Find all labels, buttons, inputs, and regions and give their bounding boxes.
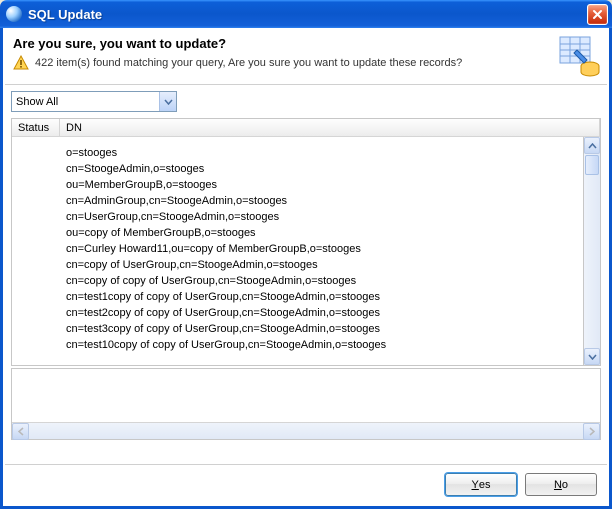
- table-row[interactable]: cn=test1copy of copy of UserGroup,cn=Sto…: [12, 291, 600, 307]
- filter-selected: Show All: [16, 96, 58, 108]
- button-bar: Yes No: [5, 464, 607, 504]
- scroll-down-button[interactable]: [584, 348, 600, 365]
- window-title: SQL Update: [28, 7, 587, 22]
- table-row[interactable]: cn=test2copy of copy of UserGroup,cn=Sto…: [12, 307, 600, 323]
- chevron-down-icon: [159, 92, 176, 111]
- table-row[interactable]: cn=Curley Howard11,ou=copy of MemberGrou…: [12, 243, 600, 259]
- dialog-heading: Are you sure, you want to update?: [13, 36, 599, 51]
- cell-status: [12, 195, 60, 211]
- output-panel: [11, 368, 601, 440]
- cell-dn: ou=MemberGroupB,o=stooges: [60, 179, 600, 195]
- cell-status: [12, 163, 60, 179]
- close-icon: [592, 9, 603, 20]
- table-row[interactable]: cn=test3copy of copy of UserGroup,cn=Sto…: [12, 323, 600, 339]
- vertical-scrollbar[interactable]: [583, 137, 600, 365]
- cell-dn: cn=copy of UserGroup,cn=StoogeAdmin,o=st…: [60, 259, 600, 275]
- cell-dn: cn=AdminGroup,cn=StoogeAdmin,o=stooges: [60, 195, 600, 211]
- table-row[interactable]: cn=StoogeAdmin,o=stooges: [12, 163, 600, 179]
- table-row[interactable]: cn=test10copy of copy of UserGroup,cn=St…: [12, 339, 600, 355]
- title-bar: SQL Update: [0, 0, 612, 28]
- table-header: Status DN: [12, 119, 600, 137]
- cell-dn: cn=test10copy of copy of UserGroup,cn=St…: [60, 339, 600, 355]
- output-textarea[interactable]: [12, 369, 600, 422]
- cell-dn: ou=copy of MemberGroupB,o=stooges: [60, 227, 600, 243]
- cell-status: [12, 227, 60, 243]
- cell-status: [12, 291, 60, 307]
- divider: [5, 84, 607, 85]
- table-row[interactable]: cn=AdminGroup,cn=StoogeAdmin,o=stooges: [12, 195, 600, 211]
- update-table-icon: [557, 34, 601, 78]
- cell-dn: o=stooges: [60, 147, 600, 163]
- column-dn[interactable]: DN: [60, 119, 600, 136]
- yes-button[interactable]: Yes: [445, 473, 517, 496]
- scroll-right-button[interactable]: [583, 423, 600, 440]
- results-table: Status DN o=stoogescn=StoogeAdmin,o=stoo…: [11, 118, 601, 366]
- cell-status: [12, 243, 60, 259]
- filter-combobox[interactable]: Show All: [11, 91, 177, 112]
- dialog-message: 422 item(s) found matching your query, A…: [35, 57, 462, 69]
- cell-status: [12, 323, 60, 339]
- cell-dn: cn=test1copy of copy of UserGroup,cn=Sto…: [60, 291, 600, 307]
- cell-dn: cn=UserGroup,cn=StoogeAdmin,o=stooges: [60, 211, 600, 227]
- horizontal-scrollbar[interactable]: [12, 422, 600, 439]
- cell-status: [12, 179, 60, 195]
- table-row[interactable]: ou=MemberGroupB,o=stooges: [12, 179, 600, 195]
- cell-dn: cn=copy of copy of UserGroup,cn=StoogeAd…: [60, 275, 600, 291]
- table-row[interactable]: cn=copy of copy of UserGroup,cn=StoogeAd…: [12, 275, 600, 291]
- cell-status: [12, 339, 60, 355]
- scroll-left-button[interactable]: [12, 423, 29, 440]
- window-frame: Are you sure, you want to update? 422 it…: [0, 28, 612, 509]
- cell-dn: cn=test2copy of copy of UserGroup,cn=Sto…: [60, 307, 600, 323]
- table-body: o=stoogescn=StoogeAdmin,o=stoogesou=Memb…: [12, 137, 600, 365]
- cell-status: [12, 307, 60, 323]
- table-row[interactable]: ou=copy of MemberGroupB,o=stooges: [12, 227, 600, 243]
- close-button[interactable]: [587, 4, 608, 25]
- filter-row: Show All: [5, 91, 607, 118]
- cell-dn: cn=test3copy of copy of UserGroup,cn=Sto…: [60, 323, 600, 339]
- scroll-thumb[interactable]: [585, 155, 599, 175]
- cell-status: [12, 211, 60, 227]
- cell-status: [12, 259, 60, 275]
- cell-status: [12, 275, 60, 291]
- cell-dn: cn=StoogeAdmin,o=stooges: [60, 163, 600, 179]
- table-row[interactable]: cn=copy of UserGroup,cn=StoogeAdmin,o=st…: [12, 259, 600, 275]
- no-button[interactable]: No: [525, 473, 597, 496]
- table-row[interactable]: cn=UserGroup,cn=StoogeAdmin,o=stooges: [12, 211, 600, 227]
- dialog-header: Are you sure, you want to update? 422 it…: [5, 30, 607, 82]
- cell-status: [12, 147, 60, 163]
- table-row[interactable]: o=stooges: [12, 147, 600, 163]
- cell-dn: cn=Curley Howard11,ou=copy of MemberGrou…: [60, 243, 600, 259]
- scroll-up-button[interactable]: [584, 137, 600, 154]
- warning-icon: [13, 55, 29, 71]
- column-status[interactable]: Status: [12, 119, 60, 136]
- app-icon: [6, 6, 22, 22]
